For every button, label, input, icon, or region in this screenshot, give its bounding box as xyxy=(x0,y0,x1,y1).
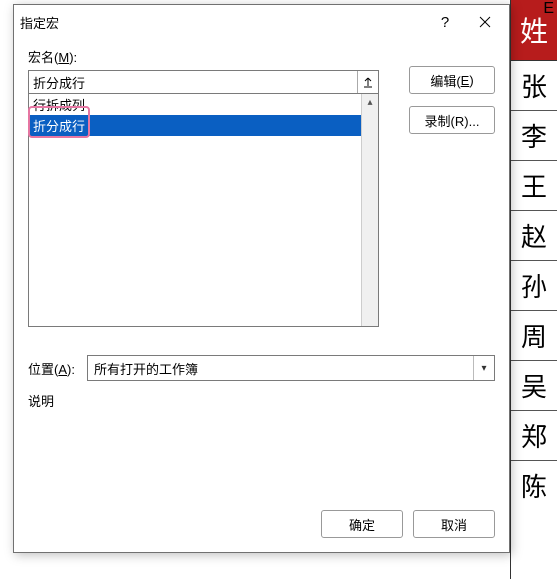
scrollbar[interactable]: ▴ xyxy=(361,94,378,326)
dialog-footer: 确定 取消 xyxy=(14,500,509,552)
col-letter: E xyxy=(543,0,554,18)
location-combobox[interactable]: 所有打开的工作簿 ▾ xyxy=(87,355,495,381)
sheet-cell[interactable]: 周 xyxy=(511,311,557,361)
chevron-down-icon[interactable]: ▾ xyxy=(473,356,494,380)
collapse-button[interactable] xyxy=(357,71,378,93)
edit-button[interactable]: 编辑(E) xyxy=(409,66,495,94)
help-button[interactable]: ? xyxy=(425,8,465,36)
sheet-cell[interactable]: 张 xyxy=(511,61,557,111)
sheet-cell[interactable]: 吴 xyxy=(511,361,557,411)
sheet-cell[interactable]: 赵 xyxy=(511,211,557,261)
record-button[interactable]: 录制(R)... xyxy=(409,106,495,134)
scroll-up-icon[interactable]: ▴ xyxy=(362,94,378,110)
location-label: 位置(A): xyxy=(28,359,75,378)
macro-name-input-wrap xyxy=(28,70,379,94)
location-value: 所有打开的工作簿 xyxy=(88,359,473,378)
ok-button[interactable]: 确定 xyxy=(321,510,403,538)
macro-listbox[interactable]: 行拆成列 折分成行 ▴ xyxy=(28,93,379,327)
spreadsheet-column: E 姓 张 李 王 赵 孙 周 吴 郑 陈 xyxy=(510,0,557,579)
assign-macro-dialog: 指定宏 ? 宏名(M): xyxy=(13,4,510,553)
description-label: 说明 xyxy=(28,391,495,410)
sheet-cell[interactable]: 孙 xyxy=(511,261,557,311)
close-button[interactable] xyxy=(465,8,505,36)
macro-name-label: 宏名(M): xyxy=(28,47,379,66)
dialog-title: 指定宏 xyxy=(20,13,425,32)
sheet-cell[interactable]: 王 xyxy=(511,161,557,211)
list-item[interactable]: 行拆成列 xyxy=(29,94,361,115)
close-icon xyxy=(479,16,491,28)
sheet-cell[interactable]: 陈 xyxy=(511,461,557,510)
arrow-up-icon xyxy=(362,76,374,88)
list-item[interactable]: 折分成行 xyxy=(29,115,361,136)
cancel-button[interactable]: 取消 xyxy=(413,510,495,538)
macro-name-input[interactable] xyxy=(29,71,357,93)
sheet-cell[interactable]: 郑 xyxy=(511,411,557,461)
sheet-cell[interactable]: 李 xyxy=(511,111,557,161)
titlebar: 指定宏 ? xyxy=(14,5,509,39)
